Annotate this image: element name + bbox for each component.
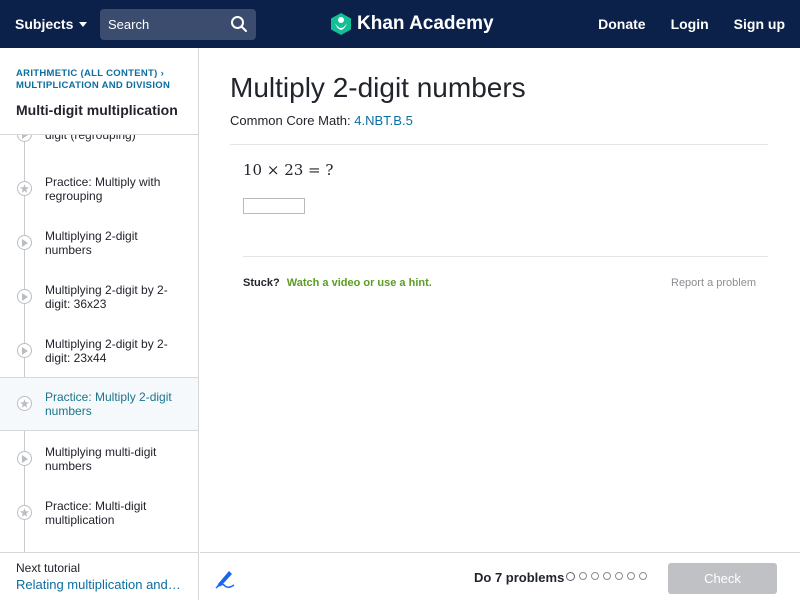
sidebar-item-video-2digit[interactable]: Multiplying 2-digit numbers xyxy=(0,216,198,270)
subjects-label: Subjects xyxy=(15,16,74,32)
chevron-right-icon: › xyxy=(160,68,165,79)
account-nav: Donate Login Sign up xyxy=(598,0,785,48)
stuck-label: Stuck? xyxy=(243,277,280,289)
next-tutorial-label: Next tutorial xyxy=(16,561,81,575)
donate-link[interactable]: Donate xyxy=(598,16,645,32)
breadcrumb: ARITHMETIC (ALL CONTENT) › MULTIPLICATION… xyxy=(16,68,196,92)
next-tutorial[interactable]: Next tutorial Relating multiplication an… xyxy=(0,552,198,600)
sidebar-item-video-multidigit[interactable]: Multiplying multi-digit numbers xyxy=(0,432,198,486)
login-link[interactable]: Login xyxy=(671,16,709,32)
sidebar-item-practice-multidigit[interactable]: Practice: Multi-digit multiplication xyxy=(0,486,198,540)
scratchpad-pencil-icon[interactable] xyxy=(214,567,236,589)
star-icon xyxy=(17,505,32,520)
breadcrumb-multiplication-division[interactable]: MULTIPLICATION AND DIVISION xyxy=(16,80,196,92)
divider xyxy=(230,144,768,145)
search-input[interactable] xyxy=(108,17,224,32)
sidebar-item-video-36x23[interactable]: Multiplying 2-digit by 2-digit: 36x23 xyxy=(0,270,198,324)
problem-dot xyxy=(603,572,611,580)
khan-academy-logo-icon xyxy=(331,13,351,35)
standard-code-link[interactable]: 4.NBT.B.5 xyxy=(354,113,413,128)
search-box[interactable] xyxy=(100,9,256,40)
play-icon xyxy=(17,343,32,358)
answer-input[interactable] xyxy=(243,198,305,214)
next-tutorial-link[interactable]: Relating multiplication and… xyxy=(16,577,198,592)
chevron-down-icon xyxy=(79,21,88,27)
subjects-menu-button[interactable]: Subjects xyxy=(15,0,88,48)
breadcrumb-arithmetic[interactable]: ARITHMETIC (ALL CONTENT) › xyxy=(16,68,196,80)
problem-dot xyxy=(579,572,587,580)
page-title: Multiply 2-digit numbers xyxy=(230,72,526,103)
play-icon xyxy=(17,289,32,304)
brand-name: Khan Academy xyxy=(357,13,494,34)
sidebar-item-practice-2digit[interactable]: Practice: Multiply 2-digit numbers xyxy=(0,377,198,431)
tutorial-item-list[interactable]: digit (regrouping) Practice: Multiply wi… xyxy=(0,134,199,552)
problem-dot xyxy=(627,572,635,580)
problem-dot xyxy=(591,572,599,580)
khan-academy-home-link[interactable]: Khan Academy xyxy=(331,0,494,48)
play-icon xyxy=(17,135,32,142)
play-icon xyxy=(17,235,32,250)
sidebar-item-video-23x44[interactable]: Multiplying 2-digit by 2-digit: 23x44 xyxy=(0,324,198,378)
star-icon xyxy=(17,396,32,411)
problem-progress-dots xyxy=(566,572,647,581)
divider xyxy=(243,256,768,257)
search-icon[interactable] xyxy=(230,15,248,33)
tutorial-sidebar: ARITHMETIC (ALL CONTENT) › MULTIPLICATION… xyxy=(0,48,199,600)
tutorial-title: Multi-digit multiplication xyxy=(16,102,178,118)
sidebar-item-video-regrouping[interactable]: digit (regrouping) xyxy=(0,135,198,162)
problem-dot xyxy=(615,572,623,580)
problem-dot xyxy=(639,572,647,580)
top-navigation-bar: Subjects Khan Academy Donate Login Sign … xyxy=(0,0,800,48)
standard-line: Common Core Math: 4.NBT.B.5 xyxy=(230,113,413,128)
star-icon xyxy=(17,181,32,196)
sidebar-item-practice-regrouping[interactable]: Practice: Multiply with regrouping xyxy=(0,162,198,216)
problem-dot xyxy=(566,572,575,581)
report-problem-link[interactable]: Report a problem xyxy=(671,277,756,289)
play-icon xyxy=(17,451,32,466)
exercise-footer: Do 7 problems Check xyxy=(200,552,800,600)
hint-link[interactable]: Watch a video or use a hint. xyxy=(287,277,432,289)
problem-goal: Do 7 problems xyxy=(474,570,565,585)
exercise-panel: Multiply 2-digit numbers Common Core Mat… xyxy=(200,48,800,552)
standard-prefix: Common Core Math: xyxy=(230,113,351,128)
signup-link[interactable]: Sign up xyxy=(734,16,785,32)
check-button[interactable]: Check xyxy=(668,563,777,594)
question-text: 10 × 23 = ? xyxy=(243,161,334,179)
stuck-line: Stuck? Watch a video or use a hint. xyxy=(243,277,432,289)
